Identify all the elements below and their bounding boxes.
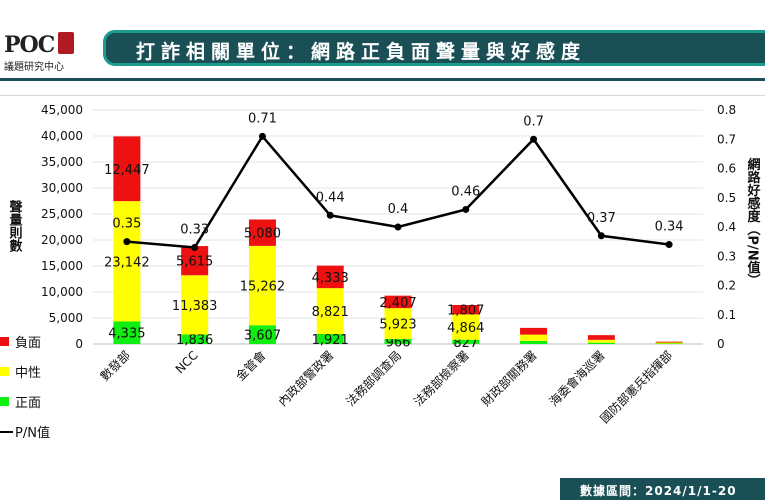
legend-label-negative: 負面 bbox=[15, 336, 42, 351]
pn-data-label: 0.71 bbox=[248, 111, 277, 126]
bar-segment bbox=[655, 343, 683, 344]
category-label: 內政部警政署 bbox=[275, 348, 337, 410]
bar-data-label: 5,080 bbox=[244, 227, 281, 242]
y2-axis-title: 網路好感度（P/N值） bbox=[745, 157, 762, 287]
y2-tick-label: 0.6 bbox=[717, 162, 736, 176]
bar-data-label: 23,142 bbox=[104, 255, 150, 270]
pn-data-label: 0.46 bbox=[451, 184, 480, 199]
footer-date-range: 數據區間：2024/1/1-20 bbox=[580, 484, 737, 498]
legend-swatch-positive bbox=[0, 397, 9, 406]
pn-data-label: 0.7 bbox=[523, 114, 544, 129]
bar-data-label: 4,864 bbox=[447, 321, 484, 336]
bar-segment bbox=[520, 327, 548, 335]
bar-segment bbox=[587, 335, 615, 340]
bar-data-label: 15,262 bbox=[240, 280, 286, 295]
bar-data-label: 8,821 bbox=[312, 305, 349, 320]
bar-data-label: 4,333 bbox=[312, 271, 349, 286]
footer-banner: 數據區間：2024/1/1-20 bbox=[560, 478, 765, 500]
pn-data-label: 0.44 bbox=[316, 190, 345, 205]
legend-item-negative: 負面 bbox=[0, 330, 120, 352]
pn-point bbox=[123, 238, 131, 246]
y-tick-label: 15,000 bbox=[41, 259, 83, 273]
bar-segment bbox=[655, 341, 683, 343]
y-tick-label: 30,000 bbox=[41, 181, 83, 195]
y2-tick-label: 0.4 bbox=[717, 220, 736, 234]
y2-tick-label: 0 bbox=[717, 337, 725, 351]
y2-tick-label: 0.5 bbox=[717, 191, 736, 205]
bar-segment bbox=[655, 342, 683, 344]
bar-data-label: 5,615 bbox=[176, 255, 213, 270]
legend-swatch-negative bbox=[0, 337, 9, 346]
category-label: NCC bbox=[173, 348, 201, 376]
category-label: 法務部檢察署 bbox=[410, 348, 472, 410]
bar-data-label: 3,607 bbox=[244, 329, 281, 344]
pn-point bbox=[394, 223, 402, 231]
bar-segment bbox=[587, 339, 615, 343]
bar-data-label: 12,447 bbox=[104, 163, 150, 178]
bar-data-label: 5,923 bbox=[379, 318, 416, 333]
pn-data-label: 0.35 bbox=[112, 217, 141, 232]
legend-swatch-neutral bbox=[0, 367, 9, 376]
y-tick-label: 5,000 bbox=[49, 311, 83, 325]
bar-data-label: 1,807 bbox=[447, 304, 484, 319]
pn-point bbox=[462, 205, 470, 213]
category-label: 法務部調查局 bbox=[343, 348, 405, 410]
legend-item-neutral: 中性 bbox=[0, 360, 120, 382]
legend-label-positive: 正面 bbox=[15, 396, 42, 411]
y-tick-label: 20,000 bbox=[41, 233, 83, 247]
pn-point bbox=[326, 211, 334, 219]
y-tick-label: 45,000 bbox=[41, 103, 83, 117]
pn-point bbox=[597, 232, 605, 240]
legend-line-pn bbox=[0, 431, 13, 433]
bar-data-label: 11,383 bbox=[172, 299, 218, 314]
legend-item-pn: P/N值 bbox=[0, 420, 120, 442]
y-tick-label: 10,000 bbox=[41, 285, 83, 299]
pn-data-label: 0.33 bbox=[180, 222, 209, 237]
bar-data-label: 2,407 bbox=[379, 296, 416, 311]
pn-point bbox=[258, 132, 266, 140]
bar-segment bbox=[587, 342, 615, 344]
pn-point bbox=[665, 241, 673, 249]
category-label: 財政部關務署 bbox=[478, 348, 540, 410]
category-label: 金管會 bbox=[232, 348, 268, 384]
bar-segment bbox=[520, 334, 548, 341]
legend-label-pn: P/N值 bbox=[15, 426, 50, 441]
category-label: 海委會海巡署 bbox=[546, 348, 608, 410]
bar-data-label: 1,921 bbox=[312, 333, 349, 348]
legend-label-neutral: 中性 bbox=[15, 366, 42, 381]
pn-point bbox=[191, 243, 199, 251]
pn-point bbox=[530, 135, 538, 143]
y-tick-label: 40,000 bbox=[41, 129, 83, 143]
y2-tick-label: 0.2 bbox=[717, 279, 736, 293]
y-axis-title: 聲量則數 bbox=[7, 199, 23, 253]
pn-data-label: 0.37 bbox=[587, 211, 616, 226]
y2-tick-label: 0.3 bbox=[717, 249, 736, 263]
y-tick-label: 35,000 bbox=[41, 155, 83, 169]
y-tick-label: 25,000 bbox=[41, 207, 83, 221]
bar-data-label: 1,836 bbox=[176, 333, 213, 348]
legend-item-positive: 正面 bbox=[0, 390, 120, 412]
pn-data-label: 0.34 bbox=[655, 220, 684, 235]
y2-tick-label: 0.1 bbox=[717, 308, 736, 322]
category-label: 國防部憲兵指揮部 bbox=[597, 348, 675, 426]
y2-tick-label: 0.7 bbox=[717, 132, 736, 146]
y2-tick-label: 0.8 bbox=[717, 103, 736, 117]
bar-segment bbox=[520, 340, 548, 344]
pn-data-label: 0.4 bbox=[388, 202, 409, 217]
